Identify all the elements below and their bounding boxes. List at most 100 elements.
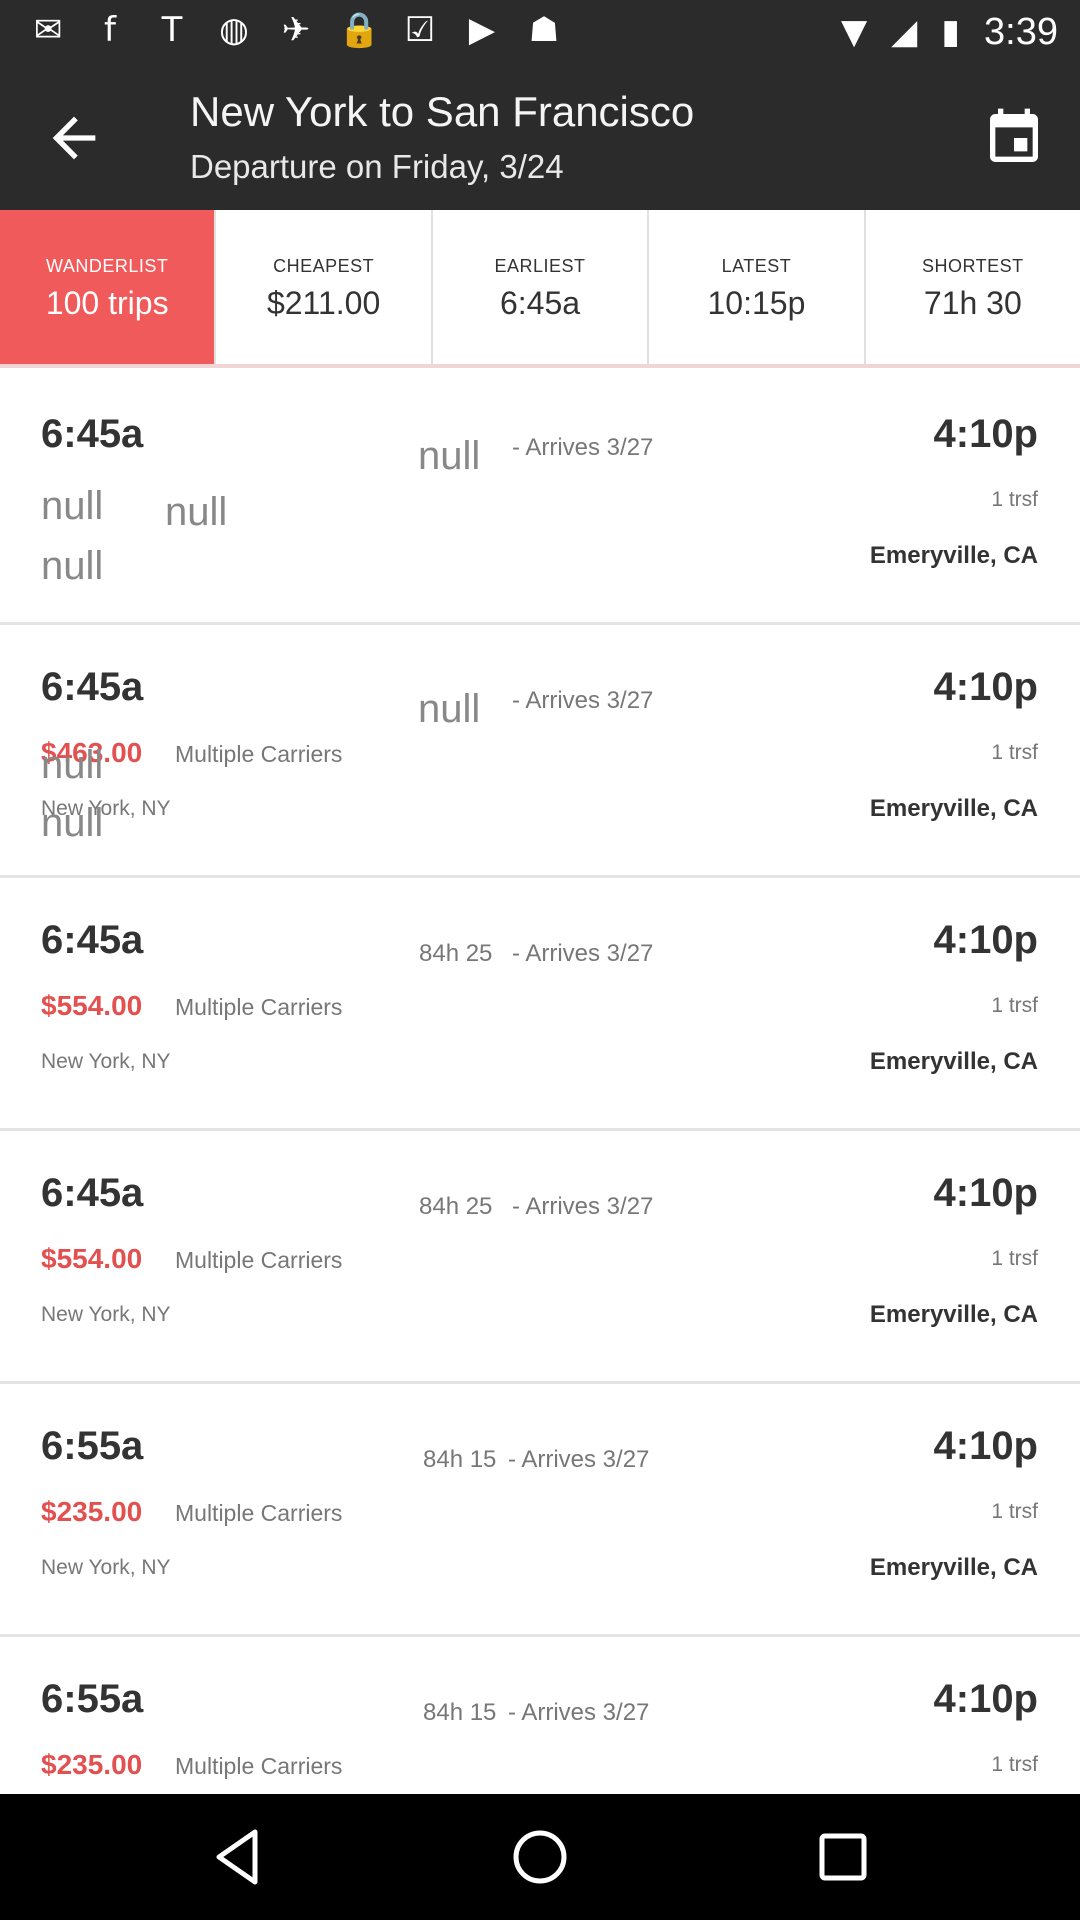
tab-value: $211.00 (266, 285, 381, 321)
duration: null (418, 687, 481, 731)
origin: null (41, 544, 104, 588)
page-subtitle: Departure on Friday, 3/24 (190, 148, 564, 185)
price: $554.00 (41, 1243, 143, 1274)
duration: 84h 15 (423, 1446, 497, 1473)
circle-home-icon (513, 1830, 567, 1884)
duration: 84h 15 (423, 1699, 497, 1726)
arrival-time: 4:10p (933, 1424, 1039, 1468)
arrival-date: - Arrives 3/27 (512, 1193, 654, 1220)
signal-icon: ◢ (891, 12, 918, 52)
arrival-date: - Arrives 3/27 (512, 434, 654, 461)
arrival-time: 4:10p (933, 918, 1039, 962)
lock-icon: 🔒 (338, 10, 381, 50)
duration: 84h 25 (419, 940, 493, 967)
stops: 1 trsf (991, 994, 1038, 1017)
tab-latest[interactable]: LATEST 10:15p (649, 210, 866, 364)
stops: 1 trsf (991, 1247, 1038, 1270)
departure-time: 6:55a (41, 1424, 144, 1468)
tab-label: SHORTEST (921, 256, 1024, 276)
calendar-icon (990, 108, 1038, 162)
price: $235.00 (41, 1496, 143, 1527)
tab-value: 10:15p (707, 285, 806, 321)
tab-value: 100 trips (45, 285, 169, 321)
destination: Emeryville, CA (869, 795, 1038, 822)
origin: New York, NY (41, 1556, 171, 1579)
tab-label: LATEST (721, 256, 792, 276)
carrier: Multiple Carriers (175, 1500, 343, 1526)
arrival-time: 4:10p (933, 665, 1039, 709)
trip-row[interactable]: 6:45a null - Arrives 3/27 4:10p $463.00 … (0, 625, 1080, 878)
stops: 1 trsf (991, 488, 1038, 511)
carrier: Multiple Carriers (175, 1247, 343, 1273)
clipboard-icon: ☑ (404, 10, 436, 50)
price: $554.00 (41, 990, 143, 1021)
nav-home-button[interactable] (507, 1824, 573, 1890)
destination: Emeryville, CA (869, 542, 1038, 569)
tab-earliest[interactable]: EARLIEST 6:45a (432, 210, 650, 364)
text-icon: T (161, 10, 183, 50)
trip-row[interactable]: 6:45a null - Arrives 3/27 4:10p null nul… (0, 372, 1080, 625)
sort-tabs: WANDERLIST 100 trips CHEAPEST $211.00 EA… (0, 210, 1080, 368)
carrier: Multiple Carriers (175, 1753, 343, 1779)
tab-value: 71h 30 (923, 285, 1022, 321)
carrier: Multiple Carriers (175, 994, 343, 1020)
departure-time: 6:45a (41, 412, 144, 456)
tab-label: EARLIEST (494, 256, 586, 276)
price: null (41, 484, 104, 528)
stops: 1 trsf (991, 1753, 1038, 1776)
trip-row[interactable]: 6:55a 84h 15 - Arrives 3/27 4:10p $235.0… (0, 1384, 1080, 1637)
trip-list: 6:45a null - Arrives 3/27 4:10p null nul… (0, 372, 1080, 1890)
departure-time: 6:45a (41, 1171, 144, 1215)
circle-icon: ◍ (219, 10, 249, 50)
clock: 3:39 (984, 11, 1058, 53)
price: $235.00 (41, 1749, 143, 1780)
tab-label: CHEAPEST (273, 256, 375, 276)
battery-icon: ▮ (941, 12, 961, 52)
system-nav-bar (0, 1794, 1080, 1920)
arrival-time: 4:10p (933, 412, 1039, 456)
wifi-icon: ▼ (841, 12, 868, 52)
tab-shortest[interactable]: SHORTEST 71h 30 (865, 210, 1080, 364)
trip-row[interactable]: 6:45a 84h 25 - Arrives 3/27 4:10p $554.0… (0, 878, 1080, 1131)
carrier: Multiple Carriers (175, 741, 343, 767)
nav-recents-button[interactable] (810, 1824, 876, 1890)
origin: New York, NY (41, 1050, 171, 1073)
app-bar: New York to San Francisco Departure on F… (0, 66, 1080, 210)
screen: ✉ f T ◍ ✈ 🔒 ☑ ▶ ☗ ▼ ◢ ▮ 3:39 New York to… (0, 0, 1080, 1920)
arrival-time: 4:10p (933, 1677, 1039, 1721)
nav-back-button[interactable] (205, 1824, 271, 1890)
tab-label: WANDERLIST (46, 256, 169, 276)
origin: New York, NY (41, 1303, 171, 1326)
arrival-date: - Arrives 3/27 (508, 1699, 650, 1726)
departure-time: 6:55a (41, 1677, 144, 1721)
arrival-date: - Arrives 3/27 (512, 687, 654, 714)
fake-gps-icon: ✈ (281, 10, 311, 50)
android-icon: ☗ (528, 10, 560, 50)
calendar-button[interactable] (982, 106, 1046, 170)
stops: 1 trsf (991, 1500, 1038, 1523)
back-button[interactable] (42, 106, 106, 170)
status-bar: ✉ f T ◍ ✈ 🔒 ☑ ▶ ☗ ▼ ◢ ▮ 3:39 (0, 0, 1080, 66)
system-status: ▼ ◢ ▮ 3:39 (841, 8, 1058, 56)
destination: Emeryville, CA (869, 1048, 1038, 1075)
triangle-back-icon (216, 1829, 258, 1885)
trip-row[interactable]: 6:45a 84h 25 - Arrives 3/27 4:10p $554.0… (0, 1131, 1080, 1384)
overlay-null: null (41, 743, 104, 787)
duration: 84h 25 (419, 1193, 493, 1220)
departure-time: 6:45a (41, 918, 144, 962)
play-store-icon: ▶ (468, 10, 496, 50)
stops: 1 trsf (991, 741, 1038, 764)
facebook-icon: f (104, 10, 116, 50)
destination: Emeryville, CA (869, 1554, 1038, 1581)
arrival-date: - Arrives 3/27 (512, 940, 654, 967)
tab-value: 6:45a (499, 285, 581, 321)
carrier: null (165, 490, 228, 534)
square-recents-icon (819, 1833, 867, 1881)
destination: Emeryville, CA (869, 1301, 1038, 1328)
duration: null (418, 434, 481, 478)
tab-cheapest[interactable]: CHEAPEST $211.00 (216, 210, 433, 364)
tab-wanderlist[interactable]: WANDERLIST 100 trips (0, 210, 217, 364)
arrival-time: 4:10p (933, 1171, 1039, 1215)
mail-icon: ✉ (33, 10, 63, 50)
arrow-back-icon (52, 116, 96, 160)
